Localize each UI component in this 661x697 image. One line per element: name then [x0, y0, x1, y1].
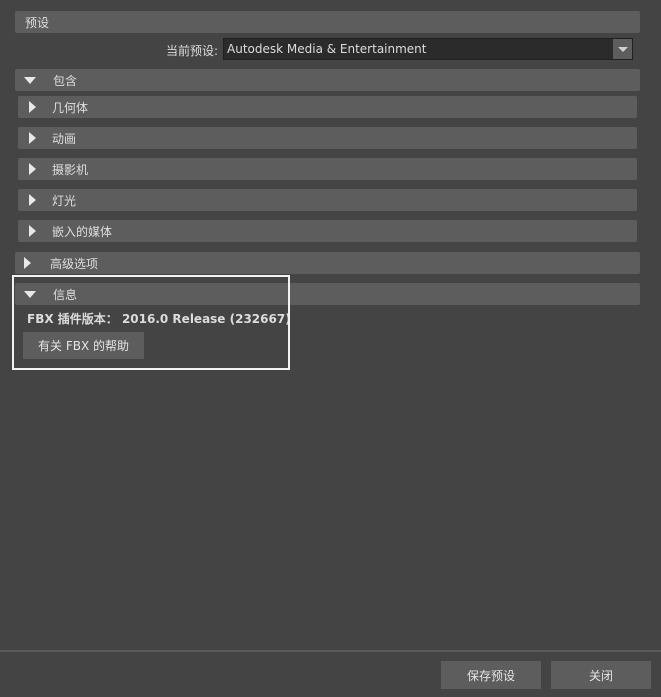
plugin-version-text: FBX 插件版本： 2016.0 Release (232667) — [27, 312, 291, 326]
current-preset-row: 当前预设: Autodesk Media & Entertainment — [0, 38, 661, 60]
include-item-label: 摄影机 — [52, 162, 89, 177]
current-preset-value: Autodesk Media & Entertainment — [227, 42, 427, 56]
collapsed-triangle-icon — [29, 194, 36, 206]
fbx-help-button[interactable]: 有关 FBX 的帮助 — [23, 332, 144, 359]
dropdown-arrow-icon[interactable] — [612, 39, 632, 59]
fbx-export-dialog: 预设 当前预设: Autodesk Media & Entertainment … — [0, 0, 661, 697]
include-item-embedded-media[interactable]: 嵌入的媒体 — [18, 220, 637, 242]
include-section-header[interactable]: 包含 — [15, 69, 640, 91]
preset-section-header[interactable]: 预设 — [15, 11, 640, 33]
close-button[interactable]: 关闭 — [551, 661, 651, 689]
current-preset-label: 当前预设: — [165, 44, 218, 58]
include-header-label: 包含 — [53, 73, 78, 88]
advanced-options-section-header[interactable]: 高级选项 — [15, 252, 640, 274]
collapsed-triangle-icon — [29, 101, 36, 113]
preset-header-label: 预设 — [25, 15, 50, 30]
collapsed-triangle-icon — [29, 132, 36, 144]
collapsed-triangle-icon — [24, 257, 31, 269]
save-preset-button[interactable]: 保存预设 — [441, 661, 541, 689]
include-item-animation[interactable]: 动画 — [18, 127, 637, 149]
info-header-label: 信息 — [53, 287, 78, 302]
include-item-lights[interactable]: 灯光 — [18, 189, 637, 211]
info-section-header[interactable]: 信息 — [15, 283, 640, 305]
include-item-label: 几何体 — [52, 100, 89, 115]
include-item-cameras[interactable]: 摄影机 — [18, 158, 637, 180]
include-item-geometry[interactable]: 几何体 — [18, 96, 637, 118]
expanded-triangle-icon — [24, 76, 36, 84]
collapsed-triangle-icon — [29, 225, 36, 237]
footer-divider — [0, 650, 661, 652]
collapsed-triangle-icon — [29, 163, 36, 175]
include-item-label: 灯光 — [52, 193, 77, 208]
include-item-label: 动画 — [52, 131, 77, 146]
current-preset-select[interactable]: Autodesk Media & Entertainment — [223, 38, 633, 60]
expanded-triangle-icon — [24, 290, 36, 298]
include-item-label: 嵌入的媒体 — [52, 224, 113, 239]
advanced-header-label: 高级选项 — [50, 256, 99, 271]
